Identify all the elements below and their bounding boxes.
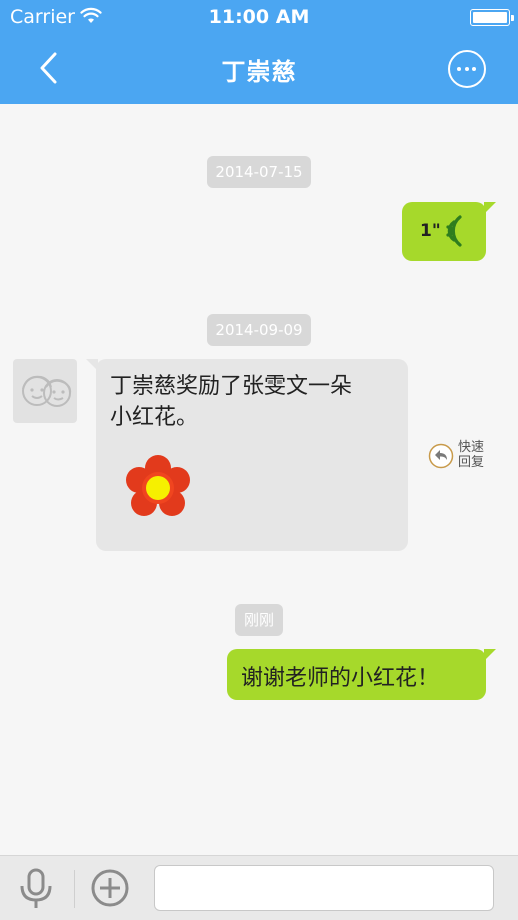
navigation-bar: 丁崇慈 xyxy=(0,34,518,104)
kids-face-icon xyxy=(22,375,72,407)
voice-message[interactable]: 1" xyxy=(402,202,496,261)
incoming-message[interactable]: 丁崇慈奖励了张雯文一朵 小红花。 xyxy=(86,359,408,551)
battery-icon xyxy=(470,9,514,26)
red-flower-icon xyxy=(126,455,190,516)
voice-input-button[interactable] xyxy=(16,868,56,910)
more-options-button[interactable] xyxy=(448,50,486,88)
timestamp-label: 2014-07-15 xyxy=(215,163,303,181)
message-line: 丁崇慈奖励了张雯文一朵 xyxy=(110,374,353,399)
input-toolbar xyxy=(0,855,518,920)
quick-reply-label: 快速 回复 xyxy=(458,440,485,470)
divider xyxy=(74,870,75,908)
quick-reply-button[interactable]: 快速 回复 xyxy=(428,440,498,474)
status-bar: Carrier 11:00 AM xyxy=(0,0,518,34)
timestamp-label: 刚刚 xyxy=(243,611,274,629)
attach-button[interactable] xyxy=(90,868,130,908)
message-text: 丁崇慈奖励了张雯文一朵 小红花。 xyxy=(110,371,352,433)
voice-wave-icon xyxy=(446,215,462,247)
plus-circle-icon xyxy=(91,869,129,907)
avatar[interactable] xyxy=(13,359,77,423)
outgoing-message[interactable]: 谢谢老师的小红花！ xyxy=(227,649,496,700)
message-text: 谢谢老师的小红花！ xyxy=(241,666,440,691)
timestamp-label: 2014-09-09 xyxy=(215,321,303,339)
message-line: 小红花。 xyxy=(110,405,199,430)
timestamp: 2014-09-09 xyxy=(207,314,311,346)
voice-duration: 1" xyxy=(420,221,441,241)
clock: 11:00 AM xyxy=(208,6,310,28)
header: Carrier 11:00 AM 丁崇慈 xyxy=(0,0,518,104)
timestamp: 2014-07-15 xyxy=(207,156,311,188)
reply-arrow-icon xyxy=(428,443,454,469)
timestamp: 刚刚 xyxy=(235,604,283,636)
message-input[interactable] xyxy=(154,865,494,911)
chat-screen: Carrier 11:00 AM 丁崇慈 2014-07-15 1" 2014-… xyxy=(0,0,518,920)
page-title: 丁崇慈 xyxy=(221,58,297,86)
microphone-icon xyxy=(20,868,52,908)
